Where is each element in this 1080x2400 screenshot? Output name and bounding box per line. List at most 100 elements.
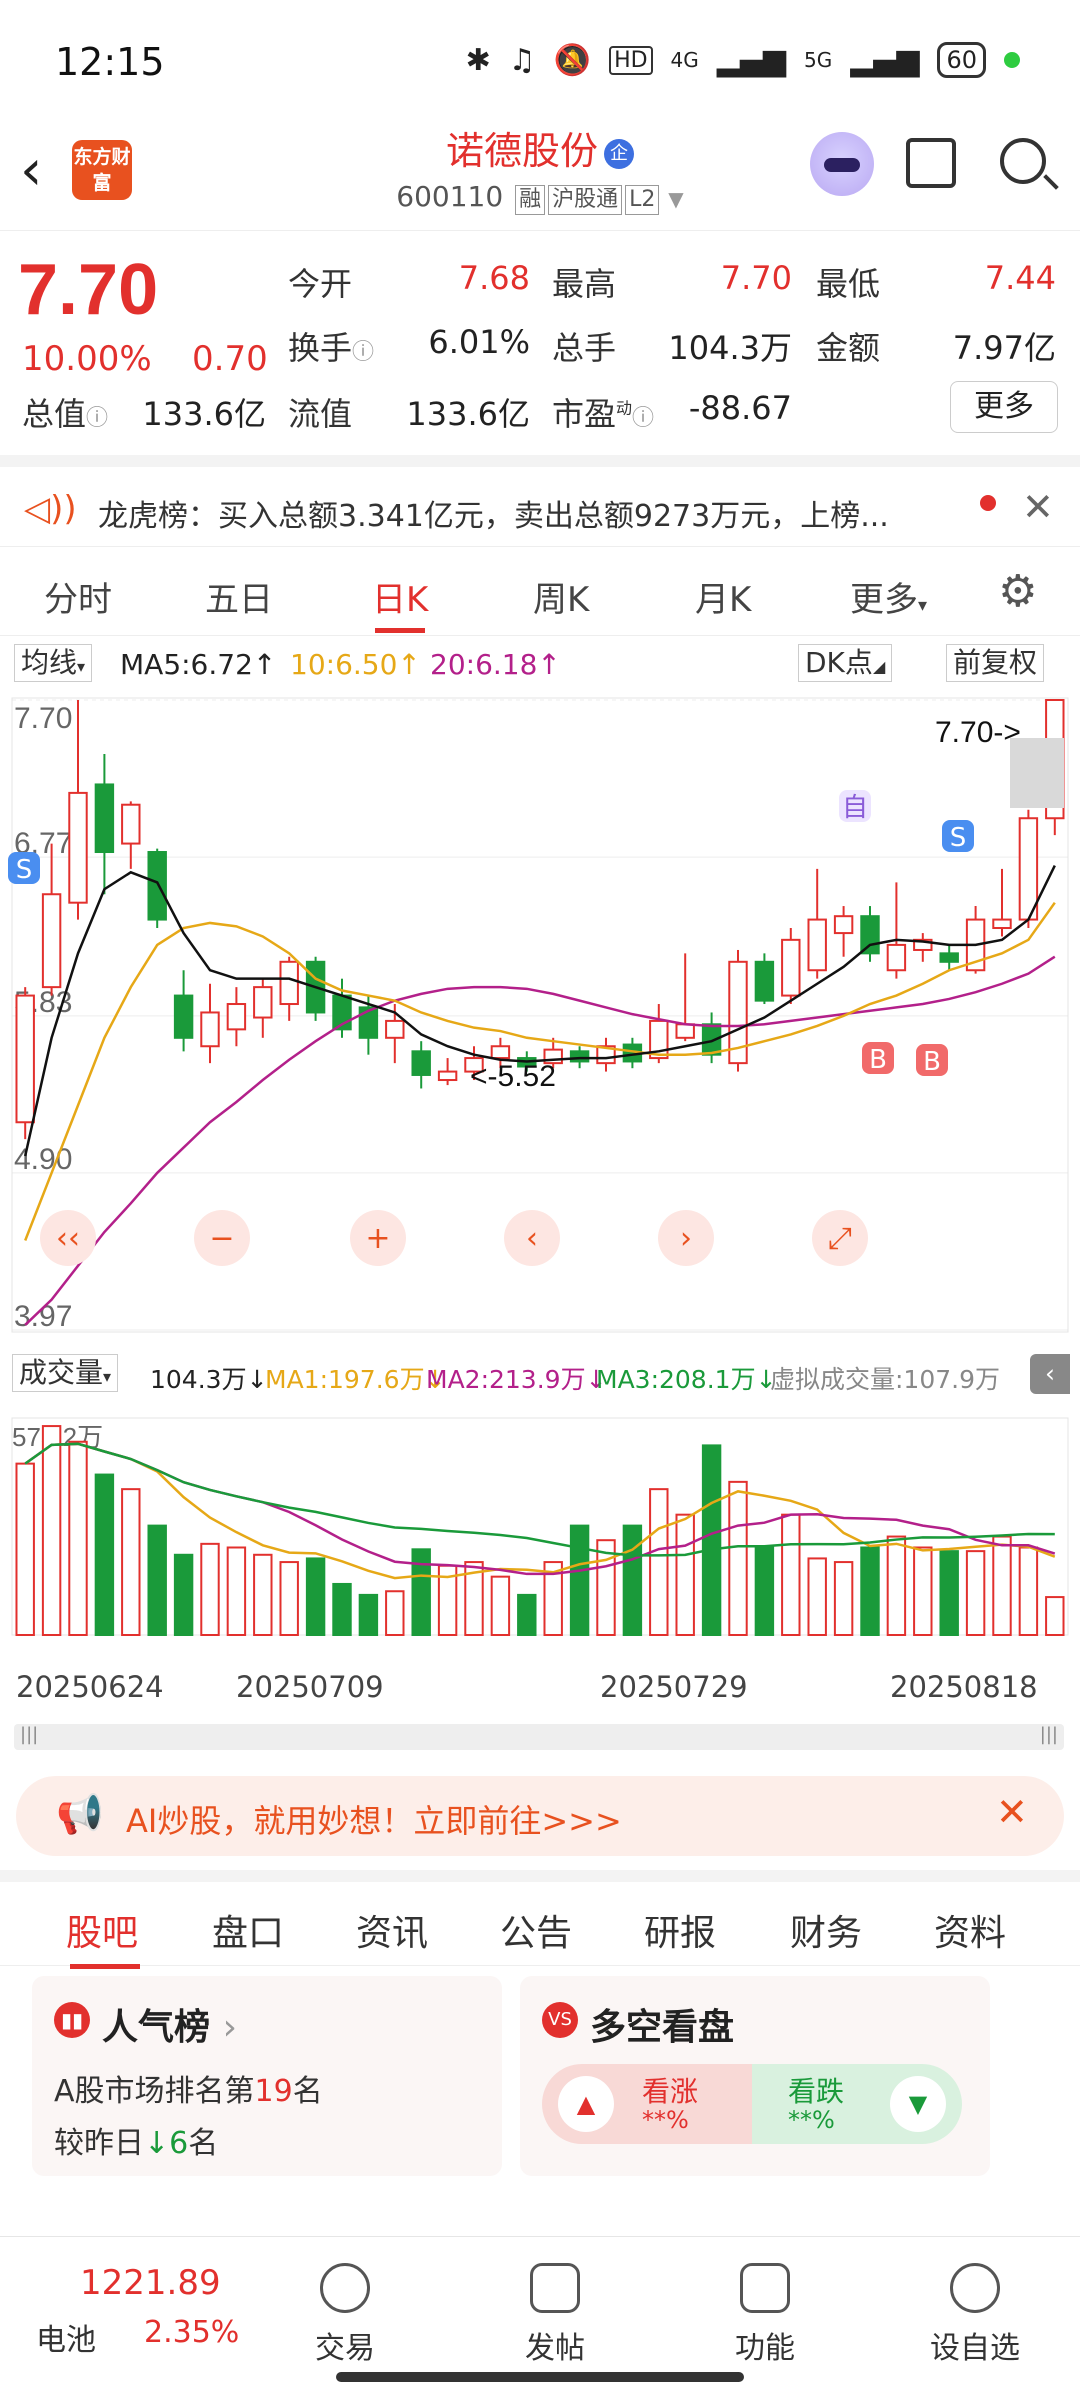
edit-icon [530, 2263, 580, 2313]
tab-monthly-k[interactable]: 月K [695, 572, 751, 621]
tab-news[interactable]: 资讯 [356, 1904, 428, 1956]
share-icon[interactable] [906, 138, 956, 188]
dk-point-button[interactable]: DK点◢ [798, 644, 893, 682]
volume-bar [226, 1546, 247, 1636]
scroll-handle-left[interactable]: ||| [20, 1724, 38, 1745]
dropdown-icon: ▼ [668, 187, 684, 211]
vol-ma1: MA1:197.6万↓ [265, 1365, 446, 1394]
volume-bar [305, 1557, 326, 1636]
buy-marker: B [923, 1047, 941, 1077]
value-low: 7.44 [984, 259, 1056, 297]
volume-bar [279, 1561, 299, 1636]
label-turnover[interactable]: 换手ⓘ [288, 323, 374, 369]
ma-type-select[interactable]: 均线▾ [14, 644, 93, 682]
sell-marker: S [16, 855, 33, 885]
value-high: 7.70 [720, 259, 792, 297]
popularity-card[interactable]: ▮▮ 人气榜 › A股市场排名第19名 较昨日↓6名 [32, 1976, 502, 2176]
y-tick-label: 4.90 [14, 1143, 72, 1176]
info-icon: ⓘ [86, 406, 109, 431]
tab-daily-k[interactable]: 日K [372, 572, 428, 621]
volume-bar [992, 1535, 1012, 1636]
bearish-button[interactable]: 看跌 **% ▼ [752, 2064, 962, 2144]
content-tabs: 股吧 盘口 资讯 公告 研报 财务 资料 [0, 1870, 1080, 1969]
label-amount: 金额 [816, 329, 881, 367]
tab-more[interactable]: 更多▾ [850, 572, 927, 621]
vs-icon: VS [542, 2002, 578, 2038]
close-icon[interactable]: ✕ [1022, 485, 1054, 529]
value-float-cap: 133.6亿 [406, 395, 530, 433]
more-button[interactable]: 更多 [950, 381, 1058, 433]
volume-bar [860, 1546, 880, 1636]
grid-icon [740, 2263, 790, 2313]
adjust-button[interactable]: 前复权 [946, 644, 1045, 682]
nav-functions[interactable]: 功能 [685, 2257, 845, 2367]
index-value[interactable]: 1221.89 [80, 2263, 221, 2303]
long-short-card: VS 多空看盘 ▲ 看涨 **% 看跌 **% ▼ [520, 1976, 990, 2176]
candle-body [754, 960, 775, 1002]
label-pe[interactable]: 市盈动ⓘ [552, 389, 654, 435]
date-tick: 20250818 [890, 1670, 1038, 1704]
label-low: 最低 [816, 265, 881, 303]
candle-body [121, 803, 141, 845]
chart-control-icon: ‹‹ [56, 1221, 80, 1256]
index-name[interactable]: 电池 [36, 2315, 96, 2359]
candle-body [569, 1050, 590, 1063]
volume-value: 104.3万↓ [150, 1365, 268, 1394]
popularity-change: 较昨日↓6名 [54, 2126, 219, 2161]
bullish-button[interactable]: ▲ 看涨 **% [542, 2064, 752, 2144]
ma5-value: MA5:6.72↑ [120, 648, 277, 681]
candle-body [68, 791, 88, 904]
tab-indicator [70, 1964, 140, 1969]
tab-forum[interactable]: 股吧 [66, 1904, 138, 1956]
volume-bar [1045, 1596, 1065, 1636]
ai-banner-text: AI炒股，就用妙想！立即前往>>> [126, 1802, 622, 1840]
tab-order-book[interactable]: 盘口 [212, 1904, 284, 1956]
status-icons: ✱ ♫ 🔕 HD 4G ▂▄▆ 5G ▂▄▆ 60 [466, 42, 1020, 78]
tab-research[interactable]: 研报 [644, 1904, 716, 1956]
label-volume: 总手 [552, 329, 617, 367]
candle-body [200, 1011, 220, 1048]
chart-scrollbar[interactable]: ||| ||| [14, 1724, 1064, 1750]
dragon-tiger-text: 龙虎榜：买入总额3.341亿元，卖出总额9273万元，上榜... [98, 499, 889, 534]
tab-finance[interactable]: 财务 [790, 1904, 862, 1956]
search-icon[interactable] [1000, 138, 1046, 184]
network-4g: 4G [670, 48, 699, 72]
volume-bar [913, 1546, 933, 1636]
settings-icon[interactable]: ⚙ [998, 566, 1037, 617]
nav-add-watchlist[interactable]: 设自选 [895, 2257, 1055, 2367]
kline-chart[interactable]: 7.706.775.834.903.977.70-><-5.52SS自B B‹‹ −… [0, 690, 1080, 1690]
label-high: 最高 [552, 265, 617, 303]
tab-profile[interactable]: 资料 [934, 1904, 1006, 1956]
volume-bar [41, 1425, 62, 1637]
candle-body [886, 943, 907, 972]
value-volume: 104.3万 [668, 329, 792, 367]
collapse-icon[interactable]: ‹ [1030, 1354, 1070, 1394]
info-icon: ⓘ [352, 340, 375, 365]
volume-bar [15, 1462, 35, 1636]
label-market-cap[interactable]: 总值ⓘ [22, 389, 108, 435]
privacy-dot-icon [1004, 52, 1020, 68]
scroll-handle-right[interactable]: ||| [1040, 1724, 1058, 1745]
ai-assistant-icon[interactable] [810, 132, 874, 196]
nav-post[interactable]: 发帖 [475, 2257, 635, 2367]
virtual-volume: 虚拟成交量:107.9万 [770, 1365, 1000, 1394]
tab-intraday[interactable]: 分时 [44, 572, 112, 621]
close-icon[interactable]: ✕ [996, 1790, 1028, 1834]
price-highlight [1010, 738, 1064, 808]
index-pct[interactable]: 2.35% [144, 2315, 239, 2350]
vol-ma2: MA2:213.9万↓ [426, 1365, 607, 1394]
label-float-cap: 流值 [288, 395, 353, 433]
megaphone-icon: 📢 [56, 1792, 104, 1836]
speaker-icon: ◁)) [24, 489, 77, 529]
nav-trade[interactable]: 交易 [265, 2257, 425, 2367]
tab-announcement[interactable]: 公告 [500, 1904, 572, 1956]
dragon-tiger-banner[interactable]: ◁)) 龙虎榜：买入总额3.341亿元，卖出总额9273万元，上榜... ✕ [0, 455, 1080, 547]
tab-five-day[interactable]: 五日 [205, 572, 273, 621]
volume-bar [173, 1553, 194, 1637]
volume-bar [385, 1590, 405, 1637]
volume-bar [939, 1550, 959, 1636]
volume-bar [94, 1473, 115, 1636]
volume-type-select[interactable]: 成交量▾ [12, 1354, 119, 1392]
ai-banner[interactable]: 📢 AI炒股，就用妙想！立即前往>>> ✕ [16, 1776, 1064, 1856]
tab-weekly-k[interactable]: 周K [533, 572, 589, 621]
